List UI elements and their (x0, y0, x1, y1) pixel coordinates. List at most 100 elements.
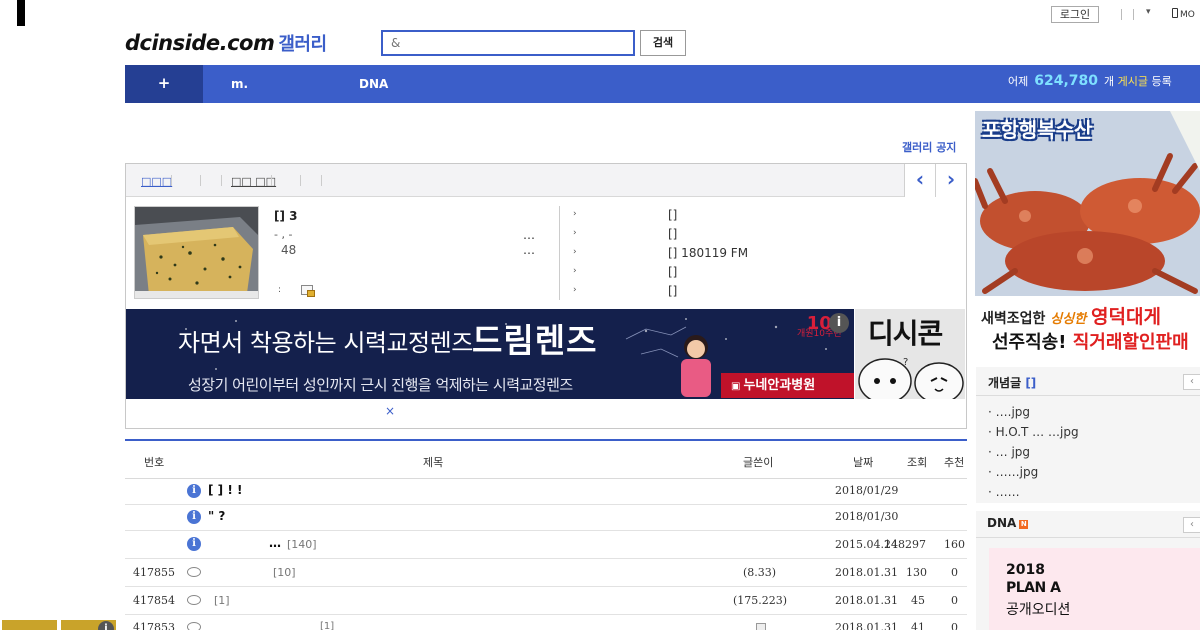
post-date: 2018.01.31 (835, 566, 898, 579)
concept-item[interactable]: · …… (988, 485, 1020, 499)
ad-info-icon[interactable]: i (98, 621, 114, 630)
notice-title[interactable]: … (269, 536, 281, 550)
header-title: 제목 (423, 456, 444, 469)
comment-count[interactable]: [10] (273, 566, 296, 579)
ad-info-icon[interactable]: i (829, 313, 849, 333)
post-date: 2018/01/29 (835, 484, 899, 497)
post-writer[interactable]: (175.223) (733, 594, 787, 607)
table-top-border (125, 439, 967, 441)
side-entry[interactable]: [] (668, 208, 677, 222)
comment-count[interactable]: [140] (287, 538, 317, 551)
yesterday-count: 624,780 (1034, 73, 1099, 89)
recommend-count: 0 (951, 566, 958, 579)
tab-separator (271, 175, 272, 186)
plan-ad-subtitle: 공개오디션 (1006, 602, 1071, 618)
bullet-icon: › (573, 285, 577, 295)
close-icon[interactable]: × (385, 404, 395, 418)
crab-shop-name: 포항행복수산 (982, 118, 1093, 142)
view-count: 130 (906, 566, 927, 579)
concept-item[interactable]: · … jpg (988, 445, 1030, 459)
crab-ad-line1-a: 새벽조업한 (981, 311, 1046, 327)
concept-item[interactable]: · ….jpg (988, 405, 1030, 419)
crab-ad-line2: 선주직송! 직거래할인판매 (992, 328, 1189, 354)
speech-bubble-icon (187, 567, 201, 577)
yesterday-post-count: 어제 624,780 개 게시글 등록 (1008, 65, 1172, 103)
row-divider (125, 586, 967, 587)
nav-item-add[interactable]: + (125, 65, 203, 103)
speech-bubble-icon (187, 595, 201, 605)
dna-title-text: DNA (987, 516, 1017, 530)
tab-separator (321, 175, 322, 186)
chevron-left-icon[interactable]: ‹ (1183, 517, 1200, 533)
bullet-icon: › (573, 247, 577, 257)
post-number: 417855 (133, 566, 175, 579)
thumbnail-image (135, 207, 258, 298)
floating-ad[interactable] (2, 620, 57, 630)
notice-icon: i (187, 510, 201, 524)
site-logo[interactable]: dcinside.com 갤러리 (125, 30, 327, 56)
mobile-link[interactable]: MO (1172, 8, 1195, 20)
side-entry[interactable]: [] 180119 FM (668, 246, 748, 260)
notice-title[interactable]: [ ] ! ! (208, 483, 242, 497)
bullet-icon: › (573, 209, 577, 219)
chevron-left-icon[interactable]: ‹ (1183, 374, 1200, 390)
side-entry[interactable]: [] (668, 284, 677, 298)
plan-ad-year: 2018 (1006, 562, 1045, 578)
panel-divider (976, 395, 1200, 396)
concept-item[interactable]: · ……jpg (988, 465, 1038, 479)
side-entry[interactable]: [] (668, 227, 677, 241)
next-arrow-button[interactable]: › (935, 164, 966, 197)
row-divider (125, 558, 967, 559)
search-button[interactable]: 검색 (640, 30, 686, 56)
search-input[interactable] (381, 30, 635, 56)
post-date: 2018/01/30 (835, 510, 899, 523)
notice-title[interactable]: " ? (208, 509, 225, 523)
post-writer[interactable]: (8.33) (743, 566, 776, 579)
dna-title[interactable]: DNA N (987, 516, 1029, 530)
crab-ad-line2-a: 선주직송! (992, 332, 1067, 353)
nav-item-dna[interactable]: DNA (359, 65, 388, 103)
top-separator (1133, 9, 1134, 20)
header-num: 번호 (144, 456, 165, 469)
gallery-notice-link[interactable]: 갤러리 공지 (902, 139, 956, 155)
post-count: 48 (281, 243, 297, 257)
lock-icon (301, 285, 315, 297)
crab-ad-line1-c: 영덕대게 (1091, 306, 1161, 328)
recommend-count: 160 (944, 538, 965, 551)
comment-count[interactable]: [1] (320, 621, 334, 630)
info-tab-recommended[interactable]: □□□ (141, 175, 172, 188)
yesterday-label: 어제 (1008, 75, 1029, 88)
banner-subline: 성장기 어린이부터 성인까지 근시 진행을 억제하는 시력교정렌즈 (188, 376, 573, 394)
concept-item[interactable]: · H.O.T … …jpg (988, 425, 1079, 439)
posts-label: 게시글 (1117, 75, 1149, 88)
bullet-icon: › (573, 228, 577, 238)
comment-count[interactable]: [1] (214, 594, 230, 607)
recommend-count: 0 (951, 621, 958, 630)
chevron-down-icon[interactable]: ▾ (1146, 7, 1151, 17)
ellipsis-text: … (523, 228, 535, 242)
count-unit: 개 (1104, 75, 1115, 88)
ellipsis-text: … (523, 243, 535, 257)
row-divider (125, 504, 967, 505)
tab-separator (300, 175, 301, 186)
login-button[interactable]: 로그인 (1051, 6, 1099, 23)
post-title[interactable]: [] 3 (274, 209, 298, 223)
crab-ad-line1-b: 싱싱한 (1050, 312, 1087, 327)
mobile-label: MO (1180, 10, 1195, 20)
logo-text: dcinside.com (125, 31, 275, 55)
post-thumbnail[interactable] (134, 206, 259, 299)
info-tab-second[interactable]: □□ □□ (231, 175, 276, 188)
prev-arrow-button[interactable]: ‹ (904, 164, 935, 197)
side-entry[interactable]: [] (668, 265, 677, 279)
concept-title-text: 개념글 (988, 376, 1022, 390)
dc-con-title: 디시콘 (868, 317, 943, 350)
post-date: 2018.01.31 (835, 594, 898, 607)
notice-icon: i (187, 484, 201, 498)
post-number: 417854 (133, 594, 175, 607)
post-colon: : (278, 285, 282, 295)
panel-divider (976, 537, 1200, 538)
banner-brand: 드림렌즈 (472, 321, 598, 360)
banner-headline: 자면서 착용하는 시력교정렌즈 (178, 329, 473, 357)
concept-posts-title[interactable]: 개념글 [] (988, 374, 1036, 391)
nav-item-m[interactable]: m. (231, 65, 248, 103)
